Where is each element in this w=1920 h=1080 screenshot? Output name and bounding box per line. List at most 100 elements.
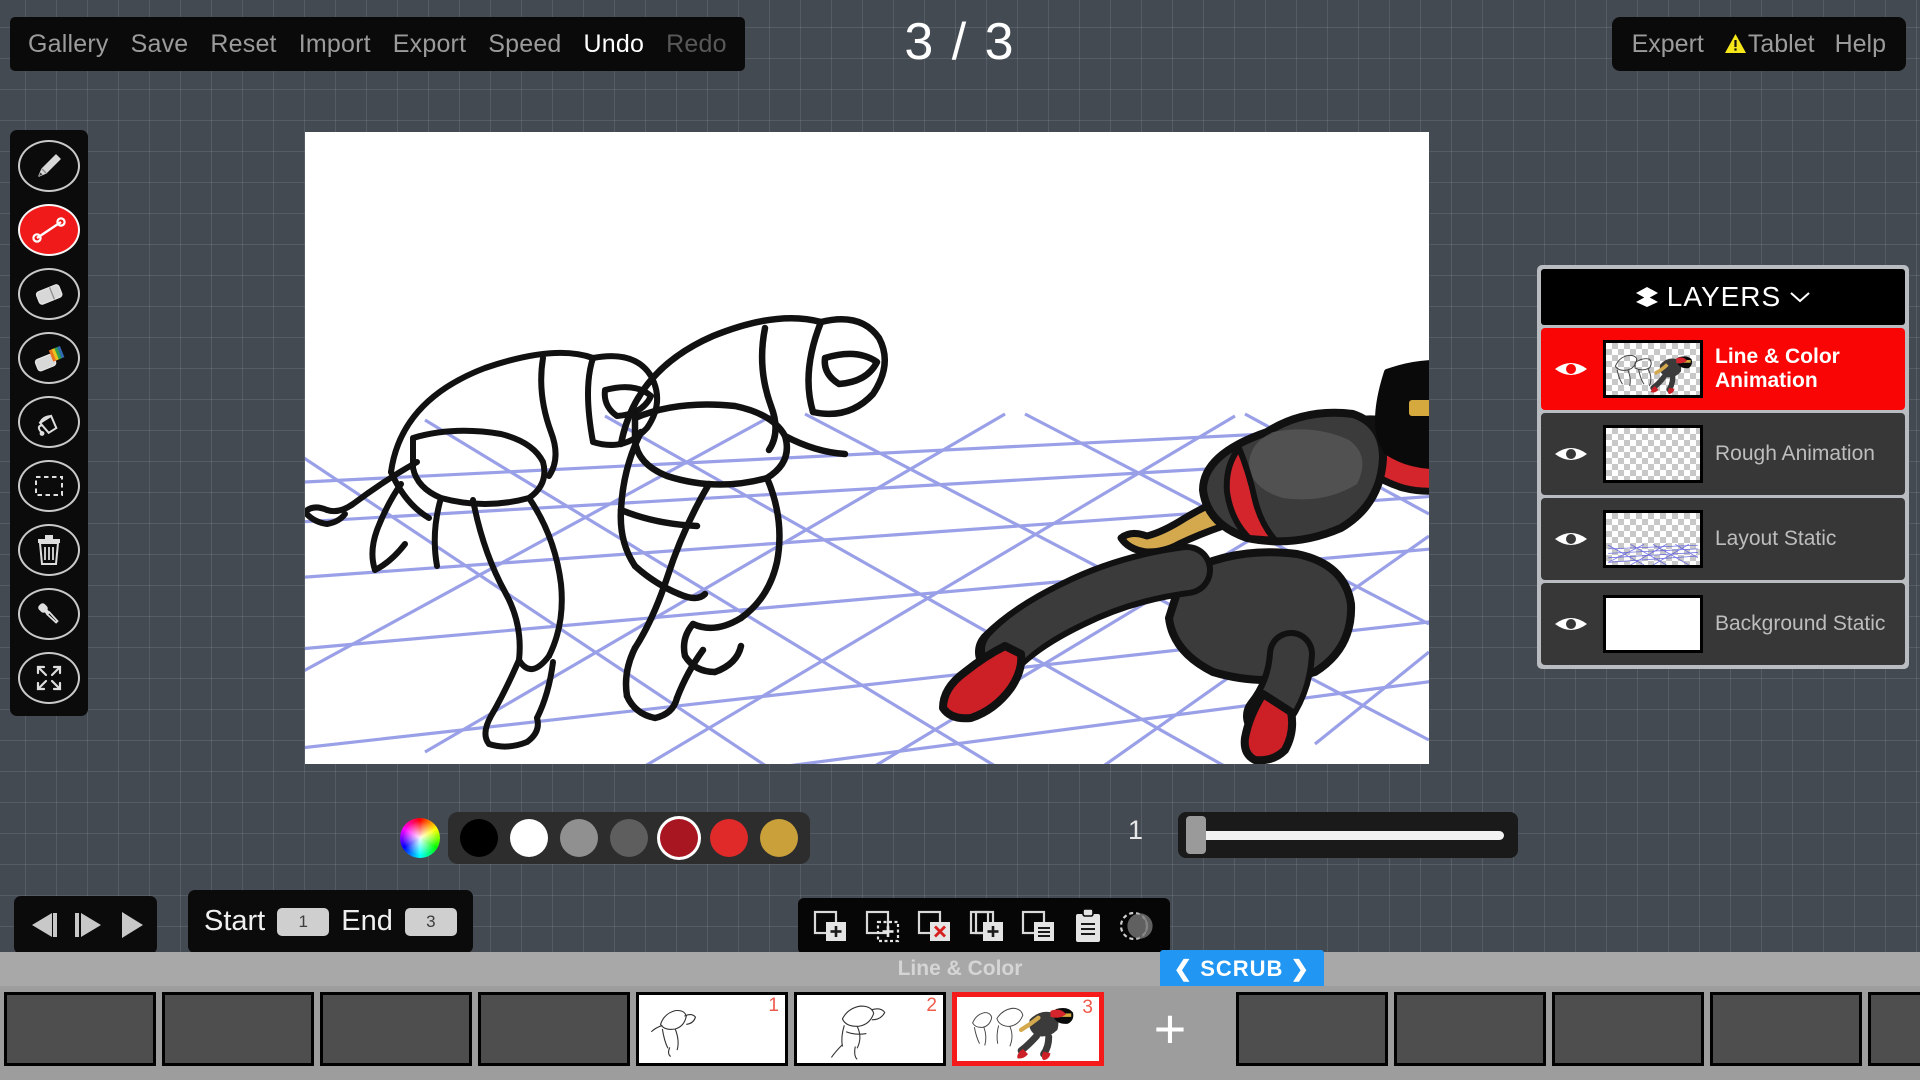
timeline-empty-cell[interactable] bbox=[478, 992, 630, 1066]
menu-item-gallery[interactable]: Gallery bbox=[28, 30, 109, 59]
timeline-bottom-edge bbox=[0, 1072, 1920, 1080]
add-frame-timeline-button[interactable]: + bbox=[1110, 992, 1230, 1066]
trash-icon bbox=[34, 533, 64, 567]
onion-skin-button[interactable] bbox=[1118, 908, 1156, 944]
eye-icon bbox=[1554, 358, 1588, 380]
color-swatch-black[interactable] bbox=[460, 819, 498, 857]
layer-visibility-toggle[interactable] bbox=[1551, 443, 1591, 465]
warning-triangle-icon bbox=[1724, 33, 1747, 54]
fill-bucket-tool[interactable] bbox=[18, 396, 80, 448]
frame-thumb-art bbox=[639, 995, 785, 1063]
end-value-input[interactable]: 3 bbox=[405, 908, 457, 936]
delete-tool[interactable] bbox=[18, 524, 80, 576]
scrub-button[interactable]: ❮ SCRUB ❯ bbox=[1160, 950, 1324, 989]
color-swatch-dark-gray[interactable] bbox=[610, 819, 648, 857]
menu-item-speed[interactable]: Speed bbox=[488, 30, 561, 59]
eye-icon bbox=[1554, 613, 1588, 635]
color-eraser-tool[interactable] bbox=[18, 332, 80, 384]
select-tool[interactable] bbox=[18, 460, 80, 512]
transform-tool[interactable] bbox=[18, 652, 80, 704]
expand-arrows-icon bbox=[32, 661, 66, 695]
layers-panel-header[interactable]: LAYERS bbox=[1541, 269, 1905, 325]
select-marquee-icon bbox=[31, 472, 67, 500]
layer-visibility-toggle[interactable] bbox=[1551, 358, 1591, 380]
chevron-down-icon[interactable] bbox=[1789, 290, 1811, 304]
frame-number: 3 bbox=[1082, 997, 1093, 1019]
timeline-frame-3[interactable]: 3 bbox=[952, 992, 1104, 1066]
copy-frame-button[interactable] bbox=[1020, 909, 1058, 943]
menu-item-save[interactable]: Save bbox=[131, 30, 189, 59]
layer-visibility-toggle[interactable] bbox=[1551, 613, 1591, 635]
pencil-tool[interactable] bbox=[18, 140, 80, 192]
timeline-frame-2[interactable]: 2 bbox=[794, 992, 946, 1066]
menu-item-export[interactable]: Export bbox=[393, 30, 466, 59]
start-label: Start bbox=[204, 905, 265, 938]
layer-row-background-static[interactable]: Background Static bbox=[1541, 583, 1905, 665]
add-frame-button[interactable] bbox=[812, 909, 850, 943]
duplicate-frame-button[interactable] bbox=[968, 909, 1006, 943]
color-eraser-icon bbox=[30, 343, 68, 373]
paste-frame-button[interactable] bbox=[1072, 908, 1104, 944]
brush-size-slider[interactable] bbox=[1178, 812, 1518, 858]
timeline-empty-cell[interactable] bbox=[320, 992, 472, 1066]
timeline-empty-cell[interactable] bbox=[1394, 992, 1546, 1066]
menu-item-import[interactable]: Import bbox=[299, 30, 371, 59]
top-right-menu: Expert Tablet Help bbox=[1612, 17, 1906, 71]
timeline-empty-cell[interactable] bbox=[1868, 992, 1920, 1066]
menu-item-tablet[interactable]: Tablet bbox=[1724, 30, 1815, 59]
menu-item-help[interactable]: Help bbox=[1835, 30, 1886, 59]
layer-thumbnail bbox=[1603, 340, 1703, 398]
layer-thumbnail bbox=[1603, 510, 1703, 568]
color-swatch-white[interactable] bbox=[510, 819, 548, 857]
frame-number: 2 bbox=[926, 995, 937, 1017]
color-wheel-button[interactable] bbox=[400, 818, 440, 858]
timeline-frame-1[interactable]: 1 bbox=[636, 992, 788, 1066]
layer-visibility-toggle[interactable] bbox=[1551, 528, 1591, 550]
frame-thumb-art bbox=[957, 997, 1099, 1061]
timeline-empty-cell[interactable] bbox=[1710, 992, 1862, 1066]
color-swatch-gold[interactable] bbox=[760, 819, 798, 857]
slider-handle[interactable] bbox=[1186, 816, 1206, 854]
pencil-icon bbox=[31, 148, 67, 184]
timeline-layer-label: Line & Color bbox=[898, 957, 1023, 981]
layer-thumbnail bbox=[1603, 595, 1703, 653]
color-swatch-dark-red[interactable] bbox=[660, 819, 698, 857]
timeline-empty-cell[interactable] bbox=[4, 992, 156, 1066]
eyedropper-icon bbox=[31, 598, 67, 630]
canvas-artwork bbox=[305, 132, 1429, 764]
menu-item-tablet-label: Tablet bbox=[1748, 30, 1815, 58]
eraser-icon bbox=[30, 279, 68, 309]
layer-thumb-art bbox=[1606, 343, 1700, 395]
menu-item-undo[interactable]: Undo bbox=[584, 30, 645, 59]
step-forward-icon[interactable] bbox=[72, 910, 106, 940]
drawing-canvas[interactable] bbox=[305, 132, 1429, 764]
line-tool[interactable] bbox=[18, 204, 80, 256]
layer-row-rough-animation[interactable]: Rough Animation bbox=[1541, 413, 1905, 495]
delete-frame-button[interactable] bbox=[916, 909, 954, 943]
color-swatch-bar bbox=[448, 812, 810, 864]
fill-bucket-icon bbox=[31, 406, 67, 438]
layers-stack-icon bbox=[1635, 286, 1659, 308]
color-swatch-red[interactable] bbox=[710, 819, 748, 857]
step-back-icon[interactable] bbox=[26, 910, 60, 940]
timeline-empty-cell[interactable] bbox=[1236, 992, 1388, 1066]
layer-name: Layout Static bbox=[1715, 527, 1836, 551]
timeline-layer-label-bar: Line & Color bbox=[0, 952, 1920, 986]
menu-item-redo[interactable]: Redo bbox=[666, 30, 727, 59]
layer-row-layout-static[interactable]: Layout Static bbox=[1541, 498, 1905, 580]
layer-row-line-color-animation[interactable]: Line & Color Animation bbox=[1541, 328, 1905, 410]
layers-panel: LAYERS bbox=[1537, 265, 1909, 669]
timeline-empty-cell[interactable] bbox=[162, 992, 314, 1066]
menu-item-expert[interactable]: Expert bbox=[1632, 30, 1704, 59]
play-icon[interactable] bbox=[118, 910, 146, 940]
color-swatch-light-gray[interactable] bbox=[560, 819, 598, 857]
timeline-empty-cell[interactable] bbox=[1552, 992, 1704, 1066]
line-icon bbox=[30, 215, 68, 245]
slider-fill bbox=[1194, 831, 1504, 840]
eyedropper-tool[interactable] bbox=[18, 588, 80, 640]
eraser-tool[interactable] bbox=[18, 268, 80, 320]
menu-item-reset[interactable]: Reset bbox=[210, 30, 276, 59]
layer-thumb-grid bbox=[1606, 513, 1700, 565]
add-blank-frame-button[interactable] bbox=[864, 909, 902, 943]
start-value-input[interactable]: 1 bbox=[277, 908, 329, 936]
